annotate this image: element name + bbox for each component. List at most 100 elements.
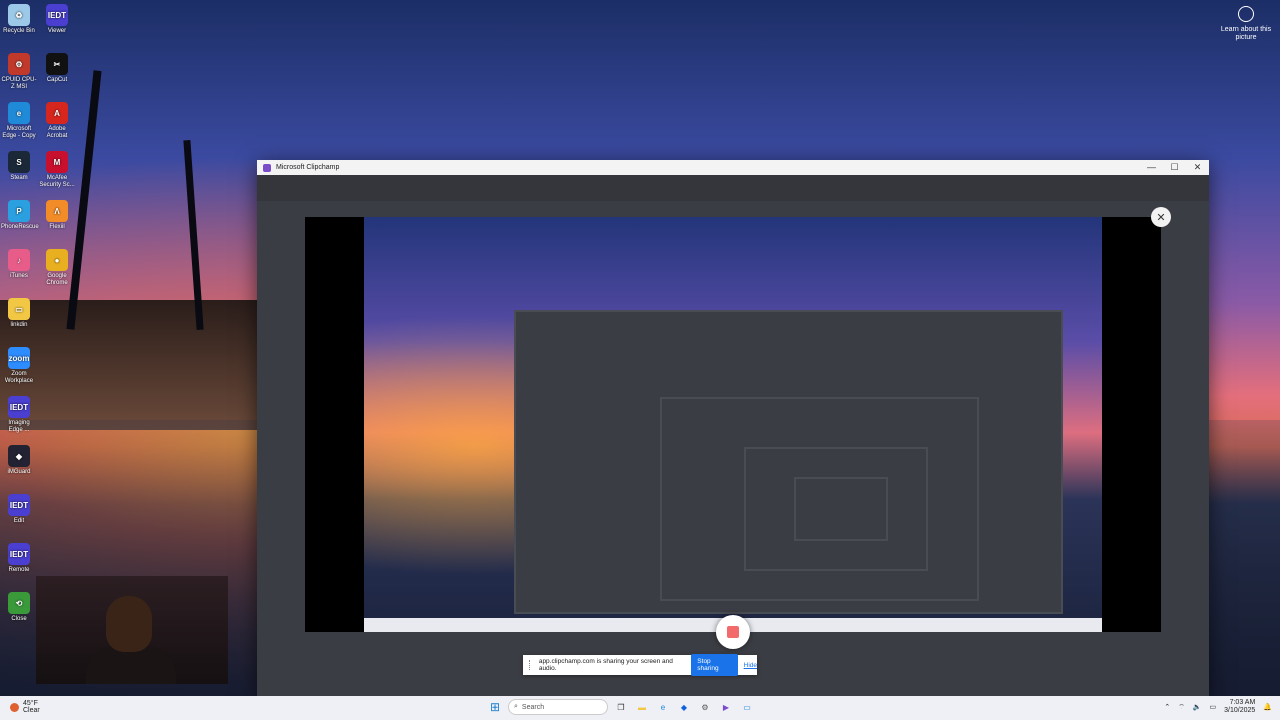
desktop-icon[interactable]: ♪ iTunes (1, 249, 37, 280)
app-icon: ✂ (46, 53, 68, 75)
desktop-icon-label: Steam (10, 175, 28, 181)
app-icon: IEDT (8, 396, 30, 418)
weather-desc: Clear (23, 707, 40, 714)
wallpaper-shore (0, 300, 300, 430)
clock[interactable]: 7:03 AM 3/10/2025 (1224, 699, 1255, 715)
desktop-icon[interactable]: zoom Zoom Workplace (1, 347, 37, 385)
desktop-icon[interactable]: IEDT Edit (1, 494, 37, 525)
desktop-icon[interactable]: P PhoneRescue (1, 200, 39, 231)
wifi-icon[interactable]: ⌔ (1178, 703, 1185, 712)
learn-about-label: Learn about this picture (1220, 26, 1272, 41)
battery-icon[interactable]: ▭ (1210, 703, 1217, 711)
desktop-icon[interactable]: e Microsoft Edge - Copy (1, 102, 37, 140)
webcam-person (106, 596, 152, 652)
file-explorer-icon[interactable]: ▬ (634, 699, 650, 715)
notification-bell-icon[interactable]: 🔔 (1263, 703, 1272, 711)
search-icon: ⌕ (514, 703, 518, 710)
desktop-icon[interactable]: ⟲ Close (1, 592, 37, 623)
share-message: app.clipchamp.com is sharing your screen… (538, 658, 673, 672)
speaker-icon[interactable]: 🔈 (1193, 703, 1202, 711)
close-button[interactable]: ✕ (1186, 162, 1209, 173)
chevron-up-icon[interactable]: ⌃ (1164, 703, 1170, 711)
desktop-icon-label: Imaging Edge ... (8, 420, 30, 433)
desktop-icon[interactable]: ⚙ CPUID CPU-Z MSI (1, 53, 37, 91)
start-button[interactable]: ⊞ (487, 699, 503, 715)
clipchamp-app-icon (263, 163, 271, 172)
desktop-icon[interactable]: ♻ Recycle Bin (1, 4, 37, 35)
desktop-icon-label: Zoom Workplace (4, 371, 34, 384)
desktop-icon-label: Recycle Bin (3, 28, 35, 34)
clock-time: 7:03 AM (1229, 699, 1256, 706)
desktop-icon-label: Flexiil (49, 224, 65, 230)
desktop-icon-label: Microsoft Edge - Copy (2, 126, 36, 139)
taskbar: 45°F Clear ⊞ ⌕ Search ❐ ▬ e ◆ ⚙ ▶ ▭ ⌃ ⌔ 🔈 ▭ 7… (0, 696, 1280, 720)
recursive-desktop-preview (364, 217, 1102, 632)
minimize-button[interactable]: — (1140, 162, 1163, 173)
desktop-icon-label: CPUID CPU-Z MSI (1, 77, 37, 90)
desktop-icon-label: Edit (13, 518, 25, 524)
stop-recording-button[interactable] (716, 615, 750, 649)
app-icon: IEDT (46, 4, 68, 26)
desktop-icon-label: Close (11, 616, 27, 622)
learn-about-picture-button[interactable]: Learn about this picture (1220, 6, 1272, 42)
desktop-icon[interactable]: ▭ linkdin (1, 298, 37, 329)
app-icon: ▭ (8, 298, 30, 320)
desktop-icon[interactable]: IEDT Remote (1, 543, 37, 574)
screen-app-icon[interactable]: ▭ (739, 699, 755, 715)
clock-date: 3/10/2025 (1224, 707, 1256, 714)
drag-handle-icon[interactable] (529, 660, 533, 670)
settings-icon[interactable]: ⚙ (697, 699, 713, 715)
screen-share-notification: app.clipchamp.com is sharing your screen… (523, 654, 757, 676)
dropbox-icon[interactable]: ◆ (676, 699, 692, 715)
desktop-icon-label: iMGuard (7, 469, 31, 475)
app-icon: IEDT (8, 494, 30, 516)
weather-icon (10, 702, 19, 712)
edge-icon[interactable]: e (655, 699, 671, 715)
hide-link[interactable]: Hide (744, 662, 757, 669)
app-icon: M (46, 151, 68, 173)
desktop-icon[interactable]: M McAfee Security Sc... (39, 151, 75, 189)
webcam-overlay (36, 576, 228, 684)
camera-icon (1238, 6, 1254, 22)
window-title: Microsoft Clipchamp (276, 164, 340, 171)
app-icon: IEDT (8, 543, 30, 565)
stop-icon (727, 626, 739, 638)
desktop-icon-label: CapCut (46, 77, 68, 83)
app-icon: Λ (46, 200, 68, 222)
maximize-button[interactable]: ☐ (1163, 162, 1186, 173)
app-icon: P (8, 200, 30, 222)
desktop-icon-label: linkdin (10, 322, 28, 328)
desktop-icon[interactable]: IEDT Imaging Edge ... (1, 396, 37, 434)
weather-widget[interactable]: 45°F Clear (10, 700, 40, 714)
desktop-icon[interactable]: ◆ iMGuard (1, 445, 37, 476)
taskbar-search[interactable]: ⌕ Search (508, 699, 608, 715)
desktop-icon-label: Viewer (47, 28, 67, 34)
desktop-icon[interactable]: S Steam (1, 151, 37, 182)
app-icon: S (8, 151, 30, 173)
desktop-icon[interactable]: ✂ CapCut (39, 53, 75, 84)
close-preview-button[interactable]: ✕ (1151, 207, 1171, 227)
desktop-icon-label: PhoneRescue (1, 224, 39, 230)
window-titlebar[interactable]: Microsoft Clipchamp — ☐ ✕ (257, 160, 1209, 175)
clipchamp-icon[interactable]: ▶ (718, 699, 734, 715)
app-icon: ♻ (8, 4, 30, 26)
desktop-icon[interactable]: Λ Flexiil (39, 200, 75, 231)
app-icon: ⟲ (8, 592, 30, 614)
desktop-icon[interactable]: A Adobe Acrobat (39, 102, 75, 140)
desktop-icon[interactable]: IEDT Viewer (39, 4, 75, 35)
desktop-icon-label: Google Chrome (46, 273, 68, 286)
stop-sharing-button[interactable]: Stop sharing (691, 654, 738, 676)
desktop-icon-label: Remote (8, 567, 30, 573)
task-view-icon[interactable]: ❐ (613, 699, 629, 715)
editor-toolbar (257, 175, 1209, 201)
app-icon: ♪ (8, 249, 30, 271)
desktop-icon[interactable]: ● Google Chrome (39, 249, 75, 287)
weather-temp: 45°F (23, 700, 38, 707)
app-icon: e (8, 102, 30, 124)
desktop-icon-label: iTunes (10, 273, 28, 279)
screen-recording-preview (305, 217, 1161, 632)
clipchamp-window[interactable]: Microsoft Clipchamp — ☐ ✕ ✕ (257, 160, 1209, 696)
app-icon: ● (46, 249, 68, 271)
desktop-icon-label: Adobe Acrobat (46, 126, 68, 139)
app-icon: ⚙ (8, 53, 30, 75)
